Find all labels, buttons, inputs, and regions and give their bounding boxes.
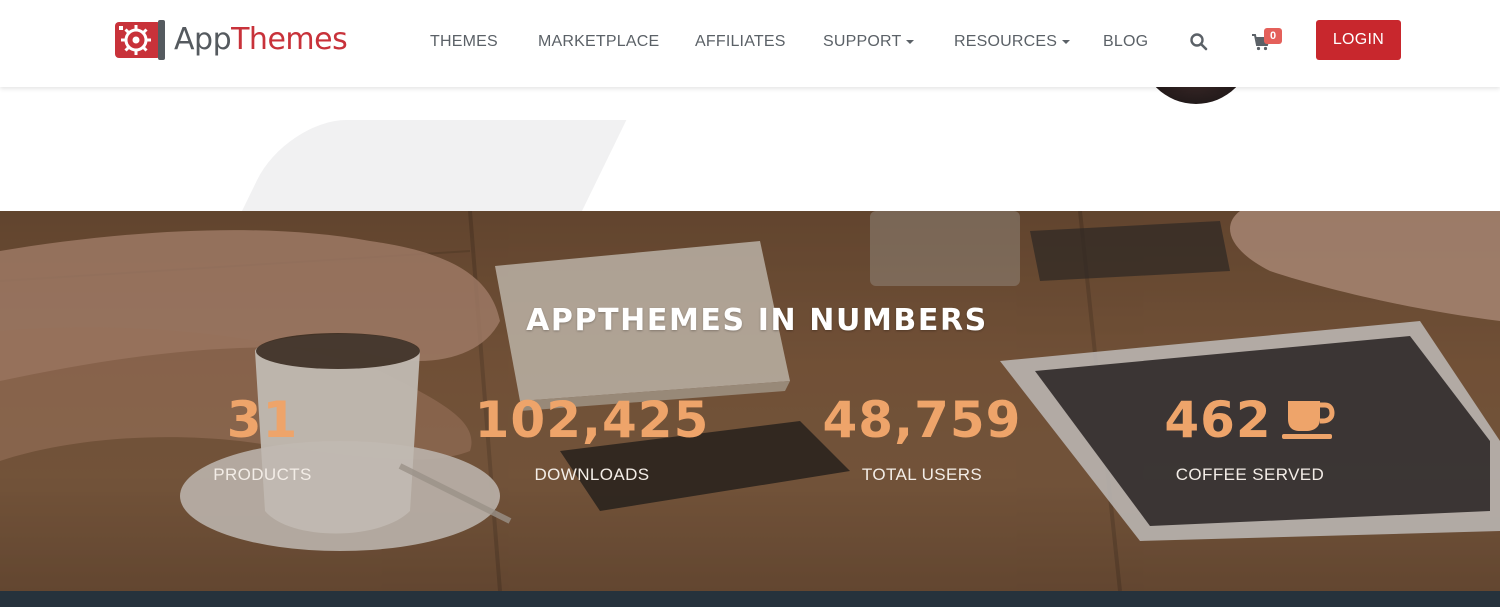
login-button[interactable]: LOGIN bbox=[1316, 20, 1401, 60]
stat-downloads: 102,425 DOWNLOADS bbox=[472, 395, 712, 485]
logo-icon bbox=[115, 20, 165, 60]
cart-button[interactable]: 0 bbox=[1252, 28, 1284, 54]
stat-value: 48,759 bbox=[822, 391, 1022, 449]
nav-themes[interactable]: THEMES bbox=[430, 33, 498, 51]
site-header: AppThemes THEMES MARKETPLACE AFFILIATES … bbox=[0, 0, 1500, 87]
stats-section: APPTHEMES IN NUMBERS 31 PRODUCTS 102,425… bbox=[0, 211, 1500, 591]
nav-resources-label: RESOURCES bbox=[954, 33, 1058, 50]
nav-marketplace[interactable]: MARKETPLACE bbox=[538, 33, 659, 51]
stat-label: DOWNLOADS bbox=[534, 465, 650, 484]
stat-value-row: 462 bbox=[1145, 395, 1355, 445]
footer-strip bbox=[0, 591, 1500, 607]
cart-count-badge: 0 bbox=[1264, 28, 1282, 44]
nav-affiliates[interactable]: AFFILIATES bbox=[695, 33, 786, 51]
logo-text-themes: Themes bbox=[231, 22, 348, 57]
stat-value: 462 bbox=[1164, 391, 1272, 449]
nav-support[interactable]: SUPPORT bbox=[823, 33, 915, 51]
apptheme-logo[interactable]: AppThemes bbox=[114, 17, 348, 63]
stat-value: 102,425 bbox=[474, 391, 710, 449]
search-icon[interactable] bbox=[1189, 32, 1209, 52]
nav-blog[interactable]: BLOG bbox=[1103, 33, 1148, 51]
nav-resources[interactable]: RESOURCES bbox=[954, 33, 1071, 51]
stat-total-users: 48,759 TOTAL USERS bbox=[810, 395, 1034, 485]
logo-wordmark: AppThemes bbox=[174, 22, 348, 57]
logo-text-app: App bbox=[174, 22, 232, 57]
caret-down-icon bbox=[1062, 39, 1071, 44]
stat-products: 31 PRODUCTS bbox=[160, 395, 365, 485]
stat-label: TOTAL USERS bbox=[861, 465, 983, 484]
stats-title: APPTHEMES IN NUMBERS bbox=[526, 303, 988, 338]
caret-down-icon bbox=[906, 39, 915, 44]
stat-label: PRODUCTS bbox=[213, 465, 312, 484]
stat-coffee-served: 462 COFFEE SERVED bbox=[1145, 395, 1355, 485]
decorative-background-shape bbox=[237, 120, 627, 220]
nav-support-label: SUPPORT bbox=[823, 33, 902, 50]
stat-label: COFFEE SERVED bbox=[1175, 465, 1325, 484]
stat-value: 31 bbox=[226, 391, 299, 449]
coffee-icon bbox=[1281, 401, 1335, 439]
